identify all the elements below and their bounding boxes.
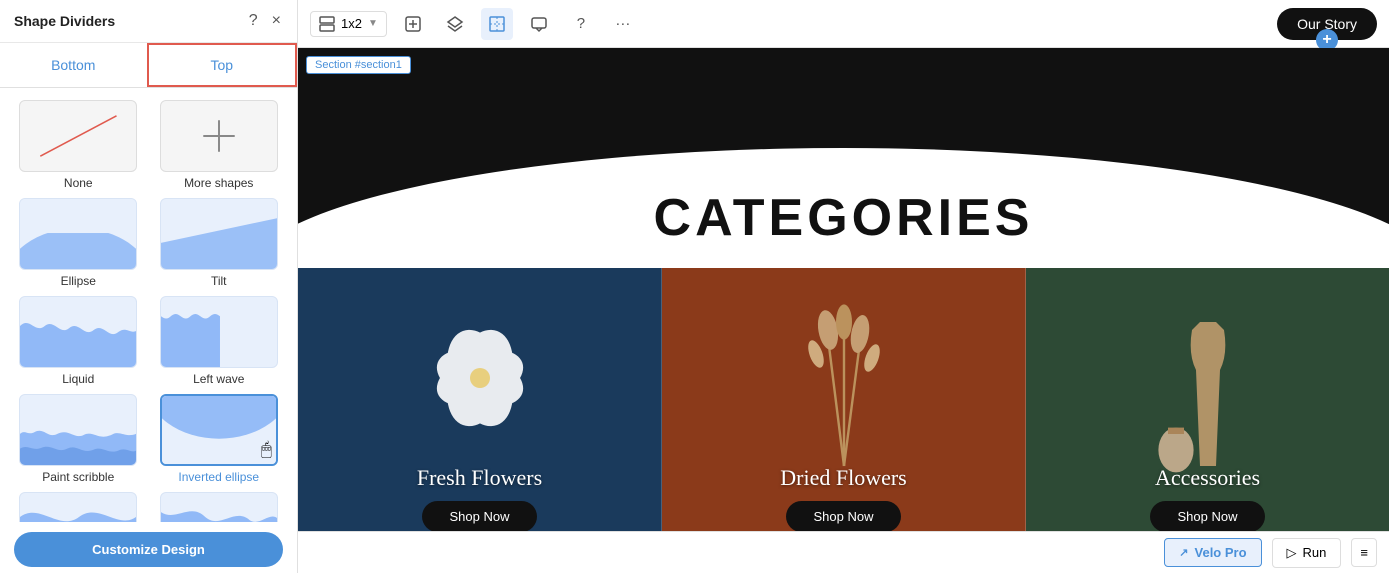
shape-paint-scribble[interactable]: Paint scribble (12, 394, 145, 484)
shop-now-btn-3[interactable]: Shop Now (1150, 501, 1266, 531)
shape-liquid[interactable]: Liquid (12, 296, 145, 386)
question-mark-icon: ? (577, 15, 585, 32)
shop-now-btn-1[interactable]: Shop Now (422, 501, 538, 531)
shape-invertedellipse-preview: 🖱 (160, 394, 278, 466)
layout-icon (319, 16, 335, 32)
add-section-icon (404, 15, 422, 33)
more-icon: ··· (615, 15, 630, 32)
shape-liquid-label: Liquid (62, 372, 94, 386)
product-info-1: Fresh Flowers Shop Now (298, 455, 661, 531)
shape-inverted-ellipse[interactable]: 🖱 Inverted ellipse (153, 394, 286, 484)
product-name-3: Accessories (1155, 465, 1260, 491)
help-toolbar-button[interactable]: ? (565, 8, 597, 40)
comment-button[interactable] (523, 8, 555, 40)
layers-icon (446, 15, 464, 33)
crop-icon (488, 15, 506, 33)
product-card-accessories: Accessories Shop Now (1026, 268, 1389, 531)
shape-none-label: None (64, 176, 93, 190)
shape-none-preview (19, 100, 137, 172)
shape-leftwave-preview (160, 296, 278, 368)
product-info-2: Dried Flowers Shop Now (662, 455, 1025, 531)
shape-none[interactable]: None (12, 100, 145, 190)
product-name-2: Dried Flowers (780, 465, 906, 491)
shape-more-preview (160, 100, 278, 172)
bottom-bar: ↗ Velo Pro ▷ Run ≡ (298, 531, 1389, 573)
shape-dividers-panel: Shape Dividers ? × Bottom Top None (0, 0, 298, 573)
shape-ellipse-label: Ellipse (61, 274, 96, 288)
add-section-button[interactable] (397, 8, 429, 40)
chevron-down-icon: ▼ (368, 18, 378, 29)
shape-tilt-preview (160, 198, 278, 270)
right-area: 1x2 ▼ (298, 0, 1389, 573)
shape-partial1-preview (19, 492, 137, 522)
shape-partial2-preview (160, 492, 278, 522)
shape-invertedellipse-label: Inverted ellipse (178, 470, 259, 484)
shape-more[interactable]: More shapes (153, 100, 286, 190)
shape-ellipse-preview (19, 198, 137, 270)
shapes-grid: None More shapes Ellipse (0, 88, 297, 522)
panel-actions: ? × (247, 10, 283, 32)
product-card-dried-flowers: Dried Flowers Shop Now (662, 268, 1026, 531)
panel-title: Shape Dividers (14, 13, 115, 29)
help-button[interactable]: ? (247, 10, 260, 32)
categories-title: CATEGORIES (298, 188, 1389, 248)
flower-svg-1 (380, 278, 580, 478)
settings-icon: ≡ (1360, 545, 1368, 560)
shape-ellipse[interactable]: Ellipse (12, 198, 145, 288)
product-info-3: Accessories Shop Now (1026, 455, 1389, 531)
panel-header: Shape Dividers ? × (0, 0, 297, 43)
settings-button[interactable]: ≡ (1351, 538, 1377, 567)
run-icon: ▷ (1287, 545, 1297, 561)
shape-tilt-label: Tilt (211, 274, 227, 288)
top-section: CATEGORIES (298, 48, 1389, 268)
shape-partial1[interactable] (12, 492, 145, 522)
crop-button[interactable] (481, 8, 513, 40)
canvas-area: Section #section1 CATEGORIES (298, 48, 1389, 531)
shape-more-label: More shapes (184, 176, 253, 190)
run-label: Run (1303, 545, 1327, 560)
shape-left-wave[interactable]: Left wave (153, 296, 286, 386)
velo-pro-button[interactable]: ↗ Velo Pro (1164, 538, 1261, 567)
product-card-fresh-flowers: Fresh Flowers Shop Now (298, 268, 662, 531)
layout-label: 1x2 (341, 16, 362, 31)
shape-tilt[interactable]: Tilt (153, 198, 286, 288)
external-link-icon: ↗ (1179, 546, 1188, 559)
tab-top[interactable]: Top (147, 43, 298, 87)
nav-pill-wrapper: Our Story + (1277, 8, 1377, 40)
products-section: Fresh Flowers Shop Now (298, 268, 1389, 531)
canvas-content: CATEGORIES (298, 48, 1389, 531)
layout-selector[interactable]: 1x2 ▼ (310, 11, 387, 37)
shape-partial2[interactable] (153, 492, 286, 522)
run-button[interactable]: ▷ Run (1272, 538, 1342, 568)
layers-button[interactable] (439, 8, 471, 40)
shape-paintscribble-preview (19, 394, 137, 466)
shape-liquid-preview (19, 296, 137, 368)
flower-svg-2 (764, 278, 924, 478)
velo-pro-label: Velo Pro (1195, 545, 1247, 560)
customize-design-button[interactable]: Customize Design (14, 532, 283, 567)
top-bar: 1x2 ▼ (298, 0, 1389, 48)
comment-icon (530, 15, 548, 33)
product-name-1: Fresh Flowers (417, 465, 542, 491)
more-options-button[interactable]: ··· (607, 8, 639, 40)
shape-leftwave-label: Left wave (193, 372, 244, 386)
tab-bottom[interactable]: Bottom (0, 43, 147, 87)
section-label[interactable]: Section #section1 (306, 56, 411, 74)
close-button[interactable]: × (270, 10, 283, 32)
accessories-svg (1128, 278, 1288, 478)
shape-paintscribble-label: Paint scribble (42, 470, 114, 484)
shop-now-btn-2[interactable]: Shop Now (786, 501, 902, 531)
tab-bar: Bottom Top (0, 43, 297, 88)
